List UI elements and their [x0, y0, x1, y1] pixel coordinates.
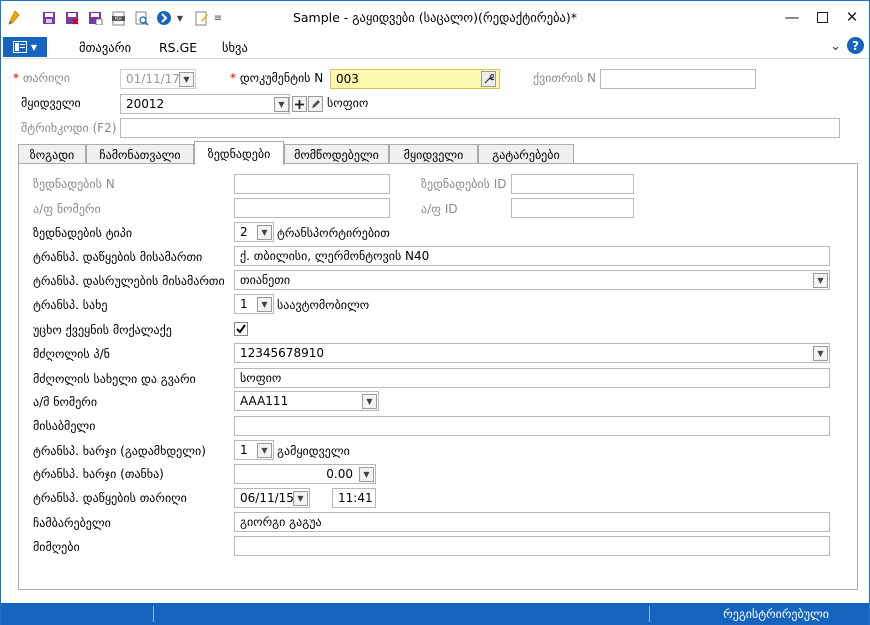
wrench-icon[interactable]: [481, 71, 496, 87]
start-address-label: ტრანსპ. დაწყების მისამართი: [33, 250, 203, 264]
driver-id-dropdown-icon[interactable]: ▼: [813, 346, 828, 361]
recipient-label: მიმღები: [33, 540, 80, 554]
status-separator: [153, 606, 154, 622]
end-address-dropdown-icon[interactable]: ▼: [813, 273, 828, 288]
shipper-field[interactable]: გიორგი გაგუა: [234, 512, 830, 532]
foreign-citizen-label: უცხო ქვეყნის მოქალაქე: [33, 323, 172, 337]
transport-type-dropdown-icon[interactable]: ▼: [257, 297, 272, 312]
end-address-label: ტრანსპ. დასრულების მისამართი: [33, 274, 225, 288]
tab-postings[interactable]: გატარებები: [478, 144, 574, 164]
driver-name-field[interactable]: სოფიო: [234, 368, 830, 388]
invoice-number-label: ა/ფ ნომერი: [33, 202, 101, 216]
close-icon[interactable]: ✕: [837, 5, 867, 29]
help-icon[interactable]: ?: [847, 37, 864, 54]
waybill-number-label: ზედნადების N: [33, 177, 115, 191]
barcode-label: შტრიხკოდი (F2): [21, 121, 117, 135]
buyer-label: მყიდველი: [21, 96, 81, 110]
end-address-field[interactable]: თიანეთი: [234, 270, 830, 290]
trailer-field[interactable]: [234, 416, 830, 436]
invoice-id-field[interactable]: [511, 198, 634, 218]
buyer-name: სოფიო: [327, 96, 369, 110]
menu-main[interactable]: მთავარი: [79, 40, 131, 55]
buyer-field[interactable]: 20012: [120, 94, 290, 114]
cost-payer-dropdown-icon[interactable]: ▼: [257, 443, 272, 458]
trailer-label: მისაბმელი: [33, 419, 96, 433]
start-address-field[interactable]: ქ. თბილისი, ლერმონტოვის N40: [234, 246, 830, 266]
edit-icon[interactable]: [308, 96, 323, 112]
app-window: PDF ▼ ≡ Sample - გაყიდვები (საცალო)(რედა…: [0, 0, 870, 625]
docnum-field[interactable]: 003: [330, 69, 500, 89]
shipper-label: ჩამბარებელი: [33, 516, 111, 530]
invoice-id-label: ა/ფ ID: [421, 202, 458, 216]
driver-name-label: მძღოლის სახელი და გვარი: [33, 372, 196, 386]
waybill-id-field[interactable]: [511, 174, 634, 194]
invoice-label: ქვითრის N: [533, 71, 596, 85]
waybill-type-label: ზედნადების ტიპი: [33, 226, 133, 240]
tab-general[interactable]: ზოგადი: [18, 144, 86, 164]
waybill-type-text: ტრანსპორტირებით: [277, 226, 390, 240]
tab-list[interactable]: ჩამონათვალი: [86, 144, 194, 164]
tab-buyer[interactable]: მყიდველი: [389, 144, 478, 164]
waybill-number-field[interactable]: [234, 174, 390, 194]
cost-payer-text: გამყიდველი: [277, 444, 350, 458]
date-label: * თარიღი: [13, 71, 70, 85]
foreign-citizen-checkbox[interactable]: [234, 322, 248, 336]
plus-icon[interactable]: [292, 96, 307, 112]
recipient-field[interactable]: [234, 536, 830, 556]
cost-amount-field[interactable]: 0.00: [234, 464, 376, 484]
menu-bar: ▼ მთავარი RS.GE სხვა ⌄ ?: [1, 35, 869, 59]
start-time-field[interactable]: 11:41: [332, 488, 376, 508]
status-separator: [649, 606, 650, 622]
driver-id-label: მძღოლის პ/ნ: [33, 347, 110, 361]
transport-type-text: საავტომობილო: [277, 298, 370, 312]
maximize-icon[interactable]: [807, 5, 837, 29]
start-date-label: ტრანსპ. დაწყების თარიღი: [33, 491, 187, 505]
invoice-field[interactable]: [600, 69, 756, 89]
barcode-field[interactable]: [120, 118, 840, 138]
checkmark-icon: [236, 324, 246, 334]
tab-supplier[interactable]: მომწოდებელი: [284, 144, 389, 164]
car-number-dropdown-icon[interactable]: ▼: [362, 394, 377, 409]
invoice-number-field[interactable]: [234, 198, 390, 218]
docnum-label: * დოკუმენტის N: [230, 71, 324, 85]
status-text: რეგისტრირებული: [723, 607, 829, 621]
car-number-select[interactable]: AAA111: [234, 391, 379, 411]
start-date-dropdown-icon[interactable]: ▼: [293, 491, 308, 506]
title-bar: PDF ▼ ≡ Sample - გაყიდვები (საცალო)(რედა…: [1, 1, 869, 34]
driver-id-field[interactable]: 12345678910: [234, 343, 830, 363]
tab-waybill[interactable]: ზედნადები: [194, 141, 284, 165]
cost-payer-label: ტრანსპ. ხარჯი (გადამხდელი): [33, 444, 206, 458]
menu-other[interactable]: სხვა: [222, 40, 248, 55]
car-number-label: ა/მ ნომერი: [33, 395, 98, 409]
date-dropdown-icon[interactable]: ▼: [179, 72, 194, 87]
app-menu-button[interactable]: ▼: [3, 37, 47, 57]
status-bar: რეგისტრირებული: [1, 603, 869, 625]
transport-type-label: ტრანსპ. სახე: [33, 298, 108, 312]
cost-amount-label: ტრანსპ. ხარჯი (თანხა): [33, 467, 164, 481]
minimize-icon[interactable]: —: [777, 5, 807, 29]
buyer-dropdown-icon[interactable]: ▼: [274, 97, 289, 112]
chevron-down-icon[interactable]: ⌄: [830, 39, 841, 54]
waybill-type-dropdown-icon[interactable]: ▼: [257, 225, 272, 240]
cost-amount-dropdown-icon[interactable]: ▼: [359, 467, 374, 482]
waybill-id-label: ზედნადების ID: [421, 177, 507, 191]
window-title: Sample - გაყიდვები (საცალო)(რედაქტირება)…: [292, 10, 578, 25]
menu-rsge[interactable]: RS.GE: [159, 40, 197, 55]
